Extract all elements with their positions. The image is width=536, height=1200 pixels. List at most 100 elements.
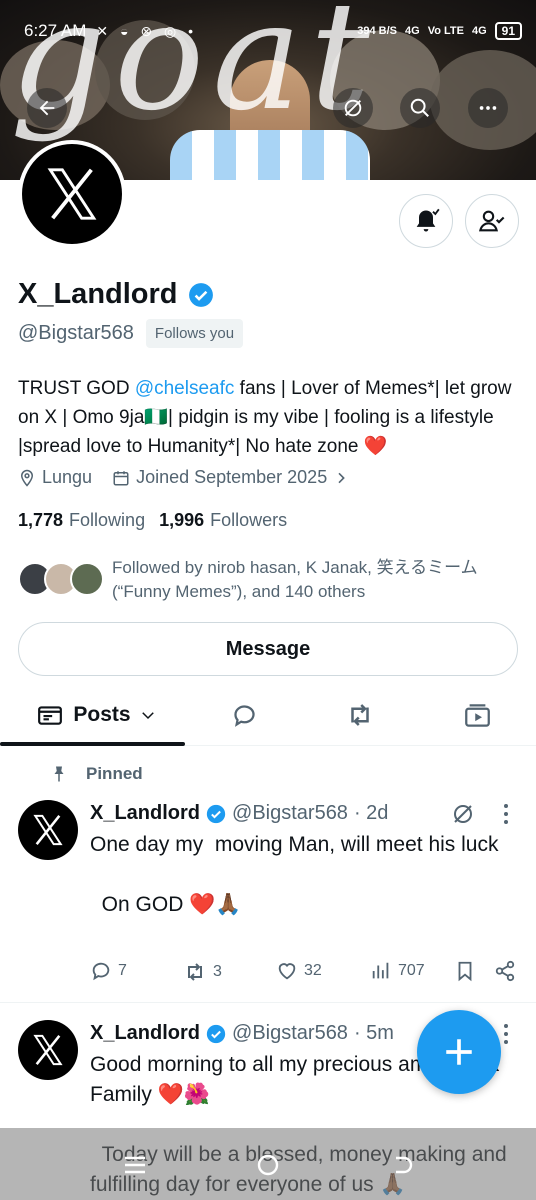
avatar [22,144,122,244]
profile-avatar[interactable] [18,140,126,248]
battery-indicator: 91 [494,22,522,40]
following-label: Following [69,510,146,530]
tab-media[interactable] [455,686,499,744]
like-count: 32 [304,962,322,979]
grok-icon [344,99,362,117]
followed-by-avatars [18,562,104,598]
post-more-icon[interactable] [496,802,516,826]
location-icon [20,469,34,487]
followers-label: Followers [210,510,288,530]
search-icon [410,98,429,117]
repost-count: 3 [213,963,222,980]
notifications-button[interactable] [399,194,453,248]
avatar [70,562,104,596]
message-button[interactable]: Message [18,622,518,676]
recent-apps-button[interactable] [120,1150,150,1180]
join-date[interactable]: Joined September 2025 [112,467,349,488]
compose-button[interactable] [417,1010,501,1094]
following-button[interactable] [465,194,519,248]
share-icon [495,960,515,982]
net-speed: 394 B/S [357,25,397,37]
network-type-2: Vo LTE [427,25,464,37]
followed-by[interactable]: Followed by nirob hasan, K Janak, 笑えるミーム… [18,556,517,604]
views-count: 707 [398,962,425,979]
profile-meta: Lungu Joined September 2025 [18,467,349,488]
grok-icon[interactable] [451,802,475,826]
plus-icon [446,1039,472,1065]
network-type-3: 4G [471,25,487,37]
tab-reposts[interactable] [338,686,382,744]
post-author-handle: @Bigstar568 [232,1022,348,1044]
post-author-name[interactable]: X_Landlord [90,802,200,825]
handle-row: @Bigstar568 Follows you [18,319,244,348]
status-bar: 6:27 AM ✕ ◒ ⊗ ◎ • 394 B/S 4G Vo LTE 4G 9… [24,18,522,44]
search-button[interactable] [400,88,440,128]
verified-icon [206,1024,226,1043]
location-text: Lungu [42,467,93,487]
post-divider [0,1002,536,1003]
x-logo-icon [33,814,63,846]
calendar-icon [113,470,129,485]
share-button[interactable] [494,960,516,982]
tab-posts[interactable]: Posts [22,686,172,744]
views-icon [372,962,389,979]
post-time: · 5m [353,1022,394,1044]
reply-icon [92,962,110,981]
profile-tabs: Posts [0,686,536,746]
post-text: One day my moving Man, will meet his luc… [90,833,499,916]
tab-replies[interactable] [222,686,266,744]
reply-count: 7 [118,962,127,979]
status-notification-icons: ✕ ◒ ⊗ ◎ • [96,22,197,39]
repost-icon [188,963,202,981]
back-nav-button[interactable] [388,1150,418,1180]
verified-icon[interactable] [188,282,214,308]
follow-counts: 1,778 Following 1,996 Followers [18,510,287,531]
follows-you-badge: Follows you [145,319,244,348]
bookmark-button[interactable] [454,960,476,982]
media-icon [464,703,490,727]
pin-icon [54,766,64,782]
post-header: X_Landlord @Bigstar568 · 2d [90,802,388,825]
post-avatar[interactable] [18,1020,78,1080]
verified-icon [206,804,226,823]
post-time: · 2d [353,802,389,824]
chevron-right-icon [338,472,346,483]
pinned-label: Pinned [50,764,143,784]
following-icon [478,210,505,232]
x-logo-icon [33,1034,63,1066]
following-count: 1,778 [18,510,64,530]
posts-icon [38,706,63,725]
grok-button[interactable] [333,88,373,128]
tab-posts-label: Posts [73,703,131,726]
status-right: 394 B/S 4G Vo LTE 4G 91 [357,22,522,40]
bookmark-icon [458,961,472,982]
home-button[interactable] [253,1150,283,1180]
network-type-1: 4G [405,25,420,37]
post-author-name[interactable]: X_Landlord [90,1022,200,1045]
repost-icon [351,704,369,726]
profile-handle: @Bigstar568 [18,322,134,344]
back-button[interactable] [27,88,67,128]
back-arrow-icon [39,100,55,116]
views-button[interactable]: 707 [370,960,425,982]
reply-button[interactable]: 7 [90,960,127,982]
repost-button[interactable]: 3 [183,960,222,984]
display-name: X_Landlord [18,278,178,310]
chevron-down-icon [141,712,154,720]
followers-link[interactable]: 1,996 Followers [159,510,287,531]
following-link[interactable]: 1,778 Following [18,510,145,531]
pinned-text: Pinned [86,764,143,783]
recent-apps-icon [125,1156,145,1174]
like-icon [278,963,296,980]
profile-name: X_Landlord [18,278,214,311]
post-avatar[interactable] [18,800,78,860]
post-actions: 7 3 32 707 [90,960,520,988]
more-button[interactable] [468,88,508,128]
profile-bio: TRUST GOD @chelseafc fans | Lover of Mem… [18,374,523,461]
followers-count: 1,996 [159,510,205,530]
location: Lungu [18,467,92,488]
like-button[interactable]: 32 [276,960,322,982]
bio-mention-link[interactable]: @chelseafc [135,378,235,399]
status-time: 6:27 AM [24,21,87,40]
followed-by-text: Followed by nirob hasan, K Janak, 笑えるミーム… [112,558,478,601]
